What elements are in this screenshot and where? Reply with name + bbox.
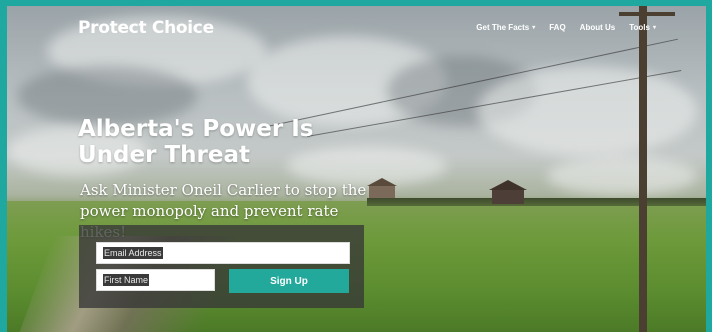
caret-down-icon: ▾ [532, 25, 536, 31]
nav-item-label: Tools [629, 23, 650, 32]
nav-menu: Get The Facts ▾ FAQ About Us Tools ▾ [476, 23, 656, 32]
utility-pole [639, 6, 647, 332]
brand-logo[interactable]: Protect Choice [78, 18, 214, 38]
page-frame: Protect Choice Get The Facts ▾ FAQ About… [7, 6, 706, 332]
email-placeholder: Email Address [103, 247, 163, 259]
first-name-field[interactable]: First Name [96, 269, 215, 291]
nav-item-label: Get The Facts [476, 23, 530, 32]
hero-headline-line: Under Threat [78, 142, 250, 168]
nav-item-get-the-facts[interactable]: Get The Facts ▾ [476, 23, 535, 32]
hero-headline: Alberta's Power Is Under Threat [78, 116, 338, 168]
background-cloud [547, 156, 697, 196]
email-field[interactable]: Email Address [96, 242, 350, 264]
nav-item-faq[interactable]: FAQ [549, 23, 565, 32]
background-barn [489, 180, 527, 204]
caret-down-icon: ▾ [652, 25, 656, 31]
sign-up-button[interactable]: Sign Up [229, 269, 349, 293]
first-name-placeholder: First Name [103, 274, 150, 286]
top-navigation: Protect Choice Get The Facts ▾ FAQ About… [7, 6, 706, 46]
nav-item-tools[interactable]: Tools ▾ [629, 23, 656, 32]
nav-item-about-us[interactable]: About Us [580, 23, 616, 32]
signup-form: Email Address First Name Sign Up [79, 225, 364, 308]
hero-subhead-line: Ask Minister Oneil Carlier to stop the [80, 181, 367, 199]
background-treeline [367, 198, 706, 206]
background-cloud [477, 66, 697, 156]
nav-item-label: FAQ [549, 23, 566, 32]
hero-headline-line: Alberta's Power Is [78, 116, 314, 142]
nav-item-label: About Us [579, 23, 616, 32]
